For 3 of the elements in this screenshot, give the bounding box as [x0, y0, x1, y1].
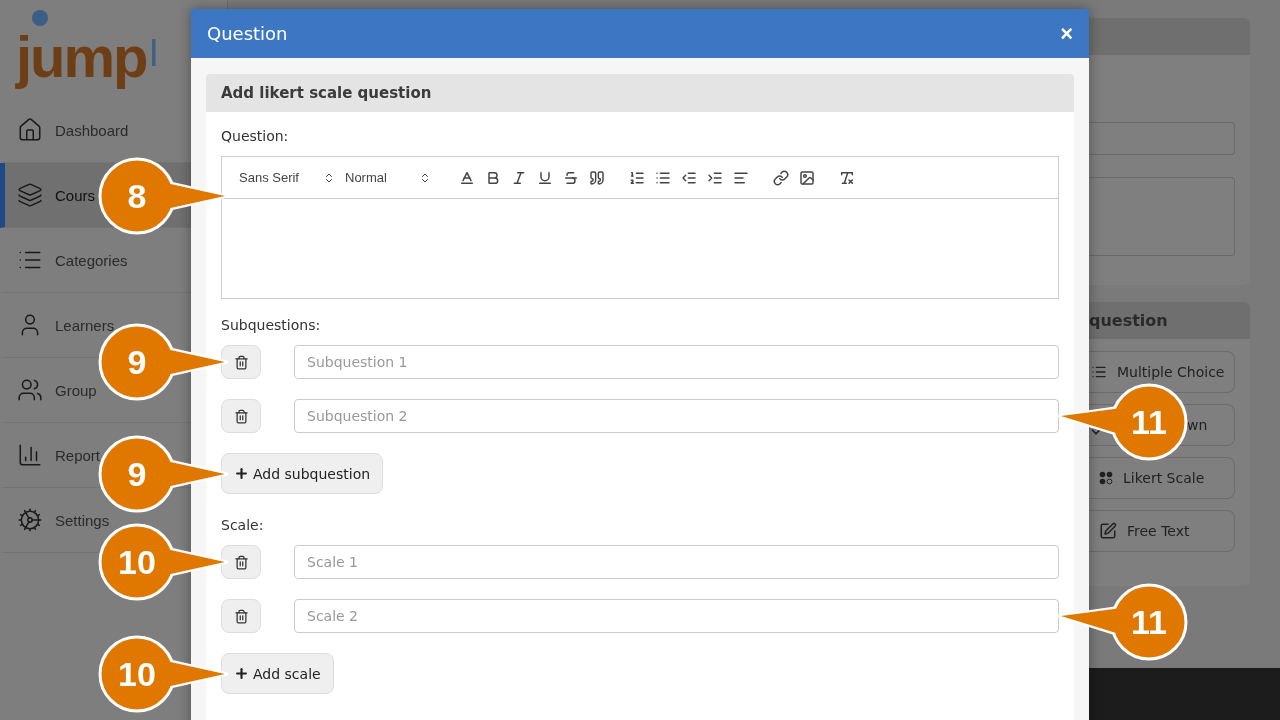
panel-title: question [1089, 311, 1168, 330]
dialog-title: Question [207, 23, 288, 44]
logo-text: I [148, 34, 160, 72]
